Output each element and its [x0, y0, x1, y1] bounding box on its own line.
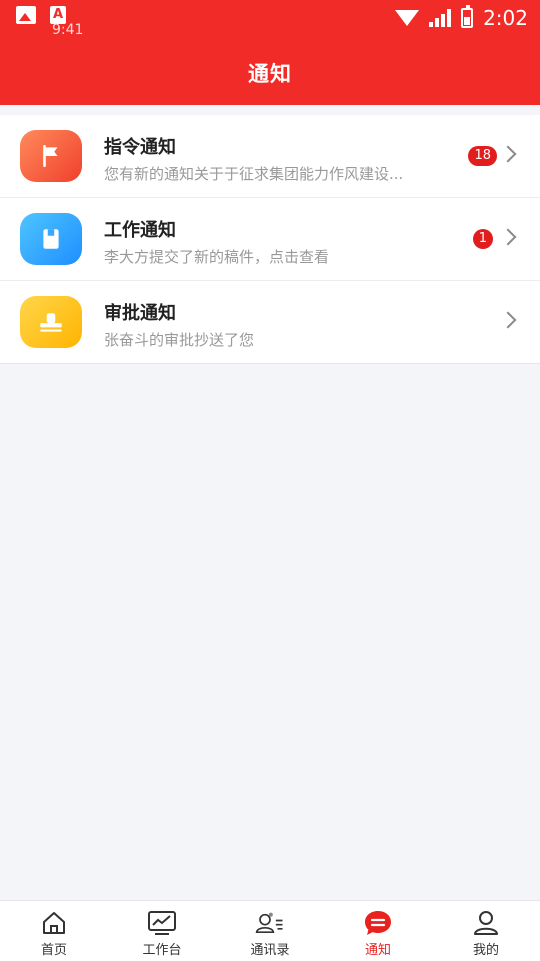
tab-contacts[interactable]: 通讯录: [216, 901, 324, 961]
status-clock: 2:02: [483, 6, 528, 30]
chevron-right-icon: [499, 311, 517, 329]
notification-list: 指令通知 您有新的通知关于于征求集团能力作风建设... 18 工作通知 李大方提…: [0, 115, 540, 364]
tab-notifications[interactable]: 通知: [324, 901, 432, 961]
notification-item-approval[interactable]: 审批通知 张奋斗的审批抄送了您: [0, 281, 540, 364]
home-icon: [39, 909, 69, 937]
bottom-tab-bar: 首页 工作台 通讯录 通知 我的: [0, 900, 540, 961]
signal-icon: [429, 9, 452, 27]
notification-title: 工作通知: [104, 220, 176, 241]
notification-item-command[interactable]: 指令通知 您有新的通知关于于征求集团能力作风建设... 18: [0, 115, 540, 198]
user-icon: [471, 909, 501, 937]
tab-profile[interactable]: 我的: [432, 901, 540, 961]
tab-home[interactable]: 首页: [0, 901, 108, 961]
chart-icon: [147, 909, 177, 937]
flag-icon: [20, 130, 82, 182]
tab-label: 通讯录: [250, 943, 290, 958]
battery-icon: [461, 5, 474, 28]
unread-badge: 18: [468, 146, 497, 166]
chevron-right-icon: [499, 228, 517, 246]
notification-description: 张奋斗的审批抄送了您: [104, 331, 255, 349]
status-bar: A 9:41 2:02: [0, 0, 540, 40]
notification-item-work[interactable]: 工作通知 李大方提交了新的稿件，点击查看 1: [0, 198, 540, 281]
stamp-icon: [20, 296, 82, 348]
tab-workbench[interactable]: 工作台: [108, 901, 216, 961]
tab-label: 工作台: [142, 943, 182, 958]
wifi-icon: [395, 10, 420, 26]
status-time-small: 9:41: [52, 22, 84, 38]
notification-description: 您有新的通知关于于征求集团能力作风建设...: [104, 165, 404, 183]
unread-badge: 1: [472, 229, 493, 249]
document-icon: [20, 213, 82, 265]
tab-label: 通知: [364, 943, 391, 958]
status-right: 2:02: [395, 5, 528, 30]
header: A 9:41 2:02 通知: [0, 0, 540, 105]
tab-label: 我的: [472, 943, 499, 958]
contacts-icon: [255, 909, 285, 937]
tab-label: 首页: [40, 943, 67, 958]
image-notification-icon: [16, 6, 36, 24]
notification-description: 李大方提交了新的稿件，点击查看: [104, 248, 330, 266]
chevron-right-icon: [499, 145, 517, 163]
notification-title: 指令通知: [104, 137, 176, 158]
notification-title: 审批通知: [104, 303, 176, 324]
message-icon: [363, 909, 393, 937]
page-title: 通知: [248, 62, 292, 86]
